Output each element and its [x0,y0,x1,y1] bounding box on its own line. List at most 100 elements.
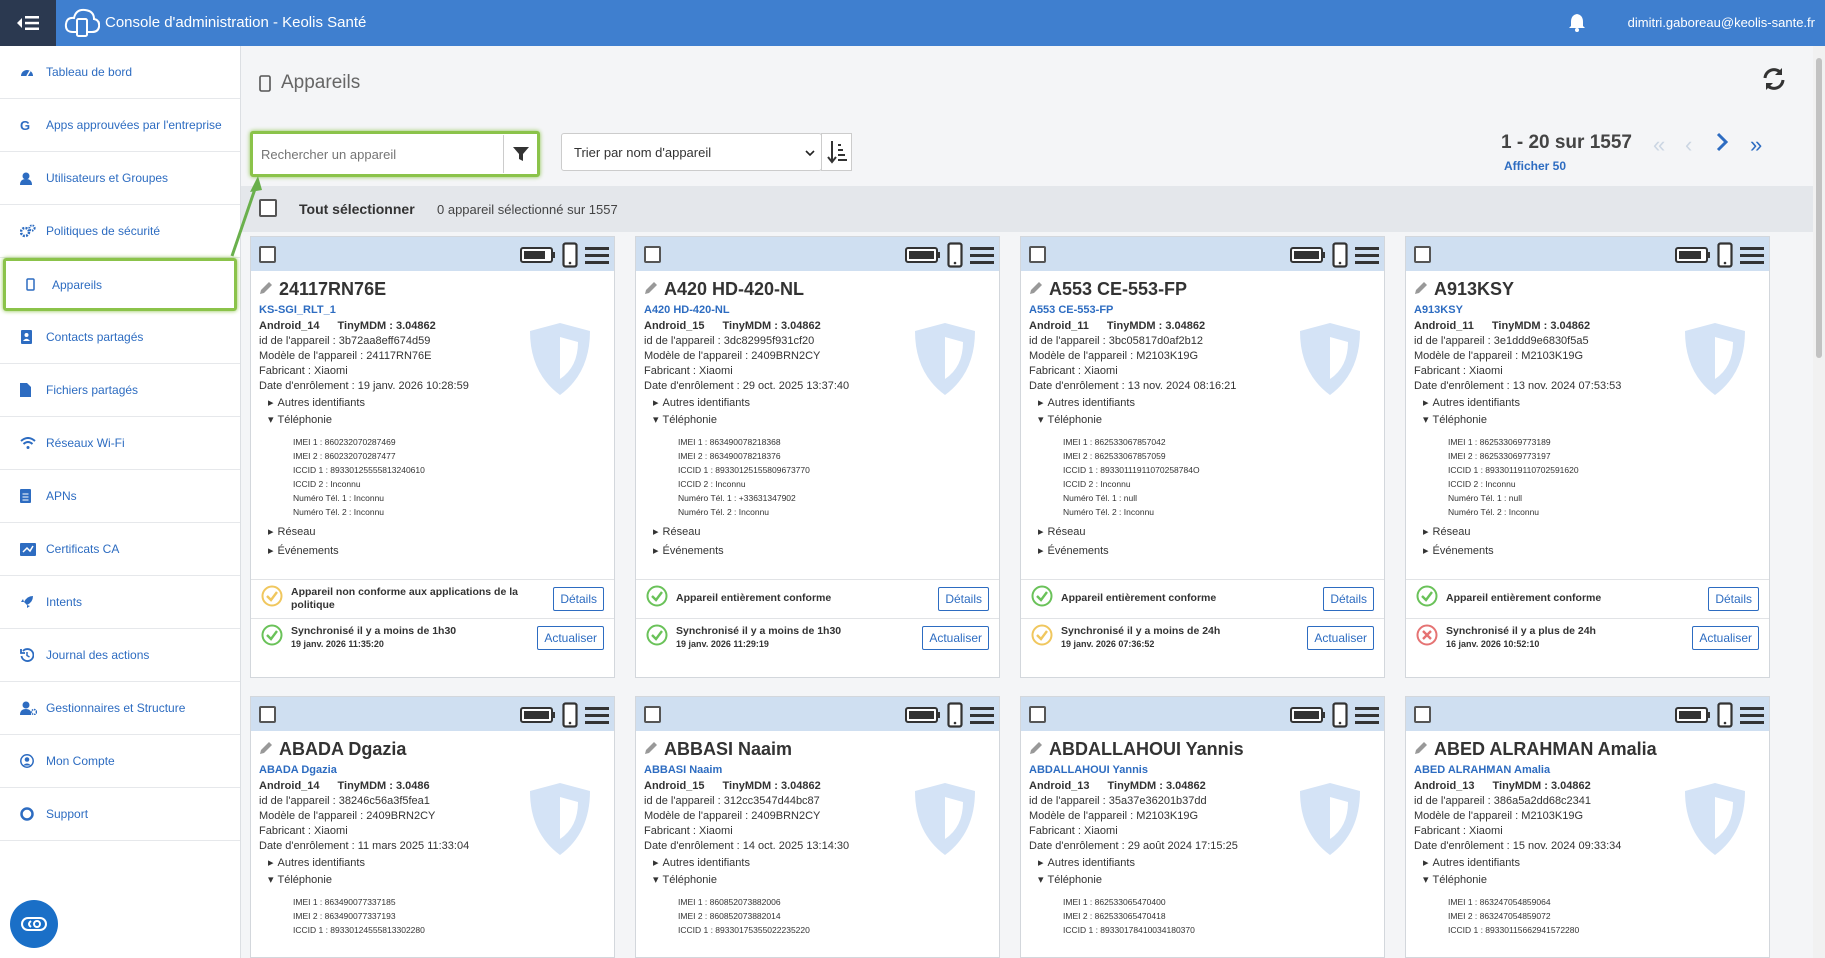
menu-collapse-icon[interactable] [0,0,56,46]
menu-icon[interactable] [1354,705,1380,730]
details-button[interactable]: Détails [553,586,604,611]
first-page-icon[interactable]: « [1653,132,1665,158]
menu-icon[interactable] [1739,705,1765,730]
mdm-version: TinyMDM : 3.04862 [1106,320,1206,332]
device-card: ABED ALRAHMAN Amalia ABED ALRAHMAN Amali… [1405,696,1770,958]
device-checkbox[interactable] [1414,706,1431,723]
menu-icon[interactable] [1354,245,1380,270]
refresh-button[interactable]: Actualiser [922,625,989,650]
sort-select[interactable]: Trier par nom d'appareil [561,133,822,171]
sidebar-item-apps[interactable]: G Apps approuvées par l'entreprise [0,99,240,152]
pencil-icon[interactable] [644,739,658,760]
events-toggle[interactable]: ▸ Événements [644,544,991,558]
menu-icon[interactable] [969,705,995,730]
filter-icon[interactable] [503,135,537,173]
sidebar-item-apns[interactable]: APNs [0,470,240,523]
sidebar-item-fichiers[interactable]: Fichiers partagés [0,364,240,417]
device-checkbox[interactable] [259,246,276,263]
device-checkbox[interactable] [259,706,276,723]
phone-number-2: Numéro Tél. 2 : Inconnu [293,507,385,517]
device-name-text: ABED ALRAHMAN Amalia [1434,739,1657,759]
pencil-icon[interactable] [1414,739,1428,760]
select-all-checkbox[interactable] [259,199,277,217]
device-user-link[interactable]: A420 HD-420-NL [644,304,991,316]
search-input[interactable] [253,135,503,173]
vertical-scrollbar[interactable] [1813,46,1825,958]
device-user-link[interactable]: ABDALLAHOUI Yannis [1029,764,1376,776]
sidebar-item-certificats[interactable]: Certificats CA [0,523,240,576]
network-toggle[interactable]: ▸ Réseau [1414,525,1761,539]
device-checkbox[interactable] [644,706,661,723]
network-toggle[interactable]: ▸ Réseau [259,525,606,539]
telephony-toggle[interactable]: ▾ Téléphonie [644,413,991,427]
device-checkbox[interactable] [1414,246,1431,263]
telephony-toggle[interactable]: ▾ Téléphonie [1414,873,1761,887]
details-button[interactable]: Détails [1708,586,1759,611]
pencil-icon[interactable] [259,739,273,760]
events-toggle[interactable]: ▸ Événements [1029,544,1376,558]
sidebar-item-gestionnaires[interactable]: Gestionnaires et Structure [0,682,240,735]
device-user-link[interactable]: A553 CE-553-FP [1029,304,1376,316]
device-name-text: ABDALLAHOUI Yannis [1049,739,1244,759]
menu-icon[interactable] [969,245,995,270]
device-checkbox[interactable] [644,246,661,263]
sidebar-item-mon-compte[interactable]: Mon Compte [0,735,240,788]
pencil-icon[interactable] [259,279,273,300]
telephony-toggle[interactable]: ▾ Téléphonie [1414,413,1761,427]
refresh-button[interactable]: Actualiser [1692,625,1759,650]
menu-icon[interactable] [584,245,610,270]
battery-icon [520,706,556,729]
sidebar-item-appareils[interactable]: Appareils [3,258,237,311]
device-user-link[interactable]: KS-SGI_RLT_1 [259,304,606,316]
sort-order-icon[interactable] [821,133,852,171]
device-user-link[interactable]: A913KSY [1414,304,1761,316]
select-all-label[interactable]: Tout sélectionner [299,201,415,217]
network-toggle[interactable]: ▸ Réseau [1029,525,1376,539]
show-50-link[interactable]: Afficher 50 [1504,159,1566,173]
caret-right-icon: ▸ [1038,397,1044,409]
telephony-toggle[interactable]: ▾ Téléphonie [1029,873,1376,887]
next-page-icon[interactable] [1715,132,1729,158]
pencil-icon[interactable] [644,279,658,300]
pencil-icon[interactable] [1029,739,1043,760]
sidebar-item-journal[interactable]: Journal des actions [0,629,240,682]
telephony-toggle[interactable]: ▾ Téléphonie [259,413,606,427]
user-menu[interactable]: dimitri.gaboreau@keolis-sante.fr [1628,15,1815,30]
menu-icon[interactable] [1739,245,1765,270]
battery-icon [1290,706,1326,729]
events-toggle[interactable]: ▸ Événements [259,544,606,558]
device-checkbox[interactable] [1029,706,1046,723]
refresh-button[interactable]: Actualiser [1307,625,1374,650]
device-user-link[interactable]: ABBASI Naaim [644,764,991,776]
events-toggle[interactable]: ▸ Événements [1414,544,1761,558]
refresh-icon[interactable] [1761,66,1787,97]
bell-icon[interactable] [1568,13,1586,37]
scrollbar-thumb[interactable] [1816,58,1822,358]
pencil-icon[interactable] [1029,279,1043,300]
chat-widget-button[interactable] [10,900,58,948]
telephony-toggle[interactable]: ▾ Téléphonie [644,873,991,887]
last-page-icon[interactable]: » [1750,132,1762,158]
phone-number-1: Numéro Tél. 1 : Inconnu [293,493,385,503]
network-toggle[interactable]: ▸ Réseau [644,525,991,539]
menu-icon[interactable] [584,705,610,730]
refresh-button[interactable]: Actualiser [537,625,604,650]
phone-number-1: Numéro Tél. 1 : null [1448,493,1523,503]
previous-page-icon[interactable]: ‹ [1685,132,1692,158]
sidebar-item-utilisateurs[interactable]: Utilisateurs et Groupes [0,152,240,205]
device-checkbox[interactable] [1029,246,1046,263]
details-button[interactable]: Détails [1323,586,1374,611]
telephony-toggle[interactable]: ▾ Téléphonie [1029,413,1376,427]
mobile-icon [259,74,271,92]
pencil-icon[interactable] [1414,279,1428,300]
sidebar-item-intents[interactable]: Intents [0,576,240,629]
device-user-link[interactable]: ABED ALRAHMAN Amalia [1414,764,1761,776]
telephony-toggle[interactable]: ▾ Téléphonie [259,873,606,887]
sidebar-item-contacts[interactable]: Contacts partagés [0,311,240,364]
sidebar-item-wifi[interactable]: Réseaux Wi-Fi [0,417,240,470]
sidebar-item-support[interactable]: Support [0,788,240,841]
device-user-link[interactable]: ABADA Dgazia [259,764,606,776]
details-button[interactable]: Détails [938,586,989,611]
sidebar-item-tableau-de-bord[interactable]: Tableau de bord [0,46,240,99]
sidebar-item-politiques[interactable]: Politiques de sécurité [0,205,240,258]
